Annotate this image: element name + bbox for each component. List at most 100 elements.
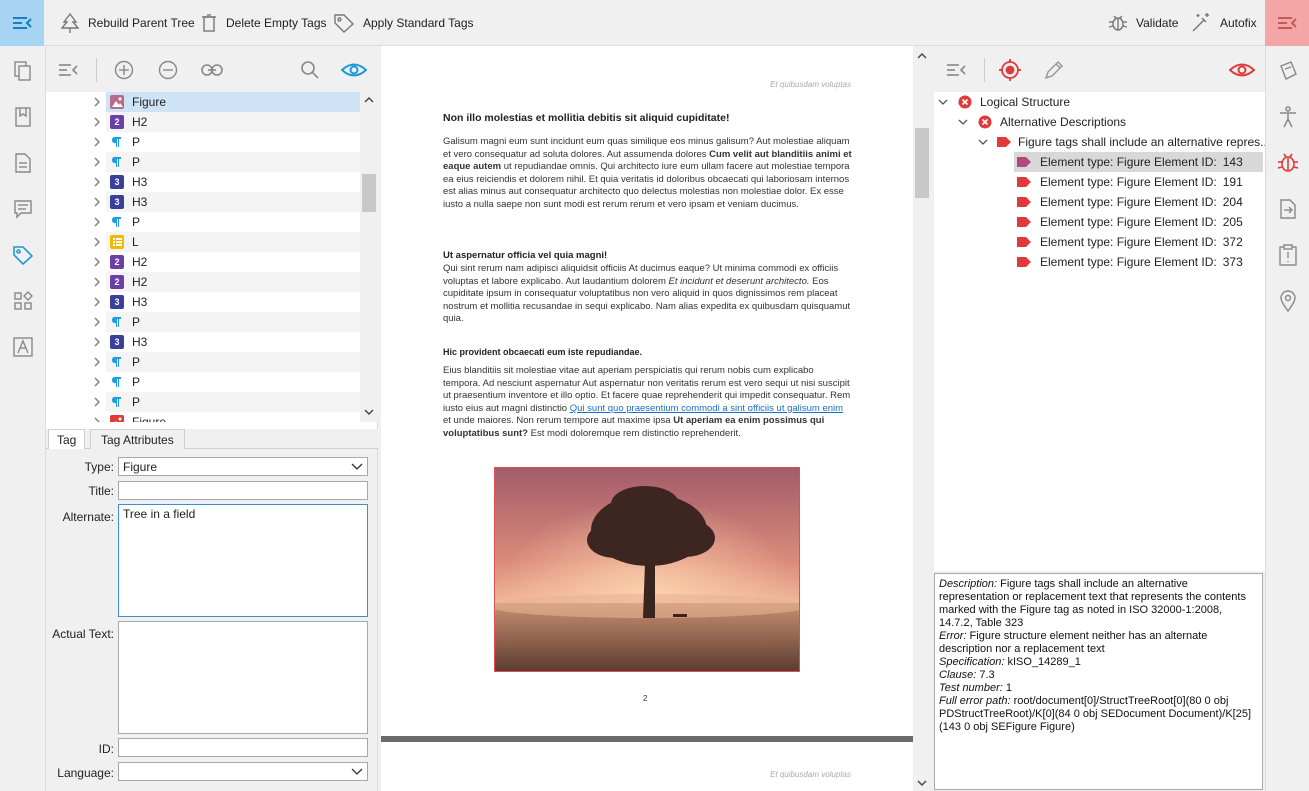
tree-item-h2[interactable]: 2 H2 [46, 112, 360, 132]
scroll-thumb[interactable] [362, 174, 376, 212]
tree-item-p[interactable]: P [46, 212, 360, 232]
type-value: Figure [123, 459, 158, 474]
chevron-down-icon[interactable] [958, 117, 968, 127]
validation-element[interactable]: Element type: Figure Element ID: 143 [1014, 152, 1263, 172]
rebuild-parent-tree-button[interactable]: Rebuild Parent Tree [60, 0, 195, 46]
chevron-down-icon[interactable] [938, 97, 948, 107]
link-tag-button[interactable] [200, 58, 224, 82]
chevron-right-icon[interactable] [92, 137, 102, 147]
scroll-thumb[interactable] [915, 128, 929, 198]
apply-standard-tags-button[interactable]: Apply Standard Tags [333, 0, 474, 46]
reading-order-icon[interactable] [1275, 58, 1301, 84]
validation-element[interactable]: Element type: Figure Element ID: 204 [1014, 192, 1263, 212]
validation-node-root[interactable]: Logical Structure [938, 92, 1070, 112]
add-tag-button[interactable] [112, 58, 136, 82]
chevron-down-icon[interactable] [978, 137, 988, 147]
validation-element[interactable]: Element type: Figure Element ID: 205 [1014, 212, 1263, 232]
fonts-icon[interactable] [10, 334, 36, 360]
tree-item-h3[interactable]: 3 H3 [46, 192, 360, 212]
tree-scrollbar[interactable] [360, 92, 378, 422]
validate-button[interactable]: Validate [1108, 0, 1178, 46]
tree-item-h3[interactable]: 3 H3 [46, 292, 360, 312]
chevron-right-icon[interactable] [92, 217, 102, 227]
chevron-right-icon[interactable] [92, 237, 102, 247]
tree-item-p[interactable]: P [46, 132, 360, 152]
validation-element[interactable]: Element type: Figure Element ID: 191 [1014, 172, 1263, 192]
validation-node-rule[interactable]: Figure tags shall include an alternative… [978, 132, 1270, 152]
h3-tag-icon: 3 [110, 295, 124, 309]
chevron-right-icon[interactable] [92, 157, 102, 167]
tree-item-p[interactable]: P [46, 392, 360, 412]
tree-item-h2[interactable]: 2 H2 [46, 252, 360, 272]
chevron-right-icon[interactable] [92, 417, 102, 422]
validation-node-group[interactable]: Alternative Descriptions [958, 112, 1126, 132]
rule-tag-icon [996, 136, 1012, 148]
tree-item-h3[interactable]: 3 H3 [46, 332, 360, 352]
content-blocks-icon[interactable] [10, 288, 36, 314]
apply-standard-tags-label: Apply Standard Tags [363, 16, 474, 30]
collapse-validation-button[interactable] [944, 58, 968, 82]
location-pin-icon[interactable] [1275, 288, 1301, 314]
validation-bug-icon[interactable] [1275, 150, 1301, 176]
clipboard-alert-icon[interactable] [1275, 242, 1301, 268]
chevron-right-icon[interactable] [92, 377, 102, 387]
tree-item-figure[interactable]: Figure [46, 92, 360, 112]
tags-icon[interactable] [10, 242, 36, 268]
delete-empty-tags-button[interactable]: Delete Empty Tags [200, 0, 327, 46]
actual-text-field[interactable] [118, 621, 368, 734]
tab-tag[interactable]: Tag [48, 429, 86, 450]
accessibility-icon[interactable] [1275, 104, 1301, 130]
chevron-right-icon[interactable] [92, 197, 102, 207]
element-id: 191 [1222, 175, 1243, 189]
tag-tree: Figure 2 H2 P P 3 H3 3 H3 P L 2 H2 2 H2 3 H3 P 3 H3 P P P Figur… [46, 92, 360, 422]
chevron-right-icon[interactable] [92, 337, 102, 347]
document-icon[interactable] [10, 150, 36, 176]
document-link[interactable]: Qui sunt quo praesentium commodi a sint … [570, 403, 843, 414]
chevron-right-icon[interactable] [92, 97, 102, 107]
p-tag-icon [110, 155, 124, 169]
chevron-right-icon[interactable] [92, 317, 102, 327]
validation-element[interactable]: Element type: Figure Element ID: 372 [1014, 232, 1263, 252]
tree-item-p[interactable]: P [46, 352, 360, 372]
remove-tag-button[interactable] [156, 58, 180, 82]
bookmarks-icon[interactable] [10, 104, 36, 130]
h3-tag-icon: 3 [110, 175, 124, 189]
collapse-tree-button[interactable] [56, 58, 80, 82]
document-scrollbar[interactable] [913, 46, 931, 791]
node-label: Logical Structure [980, 95, 1071, 109]
figure-image[interactable] [494, 467, 800, 672]
title-field[interactable] [118, 481, 368, 500]
language-select[interactable] [118, 762, 368, 781]
collapse-left-panel-button[interactable] [0, 0, 44, 46]
tree-photo [495, 468, 799, 671]
tree-item-h2[interactable]: 2 H2 [46, 272, 360, 292]
show-errors-toggle[interactable] [1228, 58, 1256, 82]
type-select[interactable]: Figure [118, 457, 368, 476]
tree-item-p[interactable]: P [46, 312, 360, 332]
tab-tag-attributes[interactable]: Tag Attributes [90, 429, 185, 449]
comments-icon[interactable] [10, 196, 36, 222]
id-field[interactable] [118, 738, 368, 757]
chevron-right-icon[interactable] [92, 257, 102, 267]
tree-item-p[interactable]: P [46, 152, 360, 172]
search-button[interactable] [298, 58, 322, 82]
show-tags-toggle[interactable] [340, 58, 368, 82]
chevron-right-icon[interactable] [92, 357, 102, 367]
chevron-right-icon[interactable] [92, 397, 102, 407]
tree-item-h3[interactable]: 3 H3 [46, 172, 360, 192]
collapse-right-panel-button[interactable] [1265, 0, 1309, 46]
chevron-right-icon[interactable] [92, 177, 102, 187]
chevron-right-icon[interactable] [92, 277, 102, 287]
fix-button[interactable] [1042, 58, 1066, 82]
chevron-right-icon[interactable] [92, 297, 102, 307]
locate-button[interactable] [998, 58, 1022, 82]
validation-element[interactable]: Element type: Figure Element ID: 373 [1014, 252, 1263, 272]
tree-item-p[interactable]: P [46, 372, 360, 392]
export-icon[interactable] [1275, 196, 1301, 222]
tree-item-figure-red[interactable]: Figure [46, 412, 360, 422]
autofix-button[interactable]: Autofix [1190, 0, 1257, 46]
tree-item-l[interactable]: L [46, 232, 360, 252]
chevron-right-icon[interactable] [92, 117, 102, 127]
pages-icon[interactable] [10, 58, 36, 84]
alternate-field[interactable]: Tree in a field [118, 504, 368, 617]
